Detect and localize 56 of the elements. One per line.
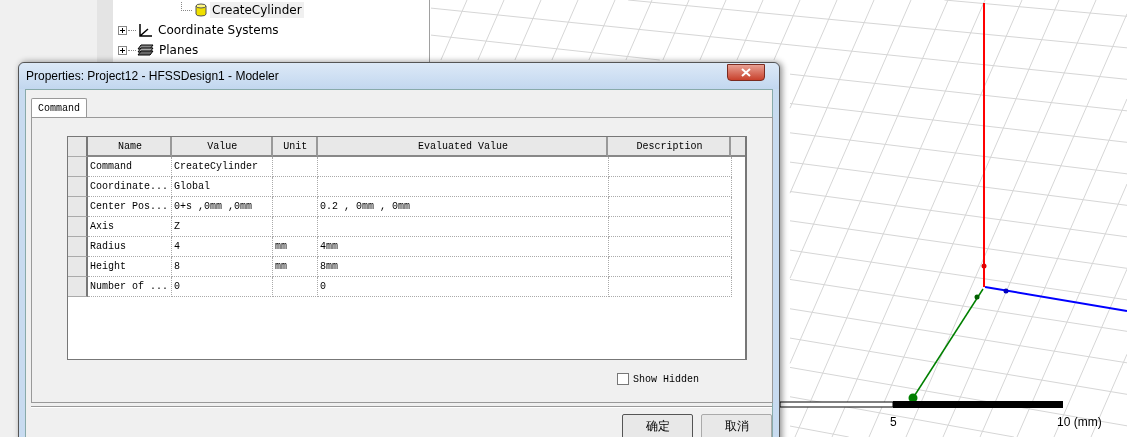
scale-label: 10 (mm) (1057, 415, 1102, 429)
column-header[interactable]: Value (171, 137, 273, 157)
table-cell: 8mm (318, 257, 609, 277)
column-header[interactable]: Description (608, 137, 731, 157)
table-cell: Z (172, 217, 273, 237)
column-header[interactable]: Name (88, 137, 172, 157)
row-header[interactable] (68, 177, 88, 197)
cancel-button[interactable]: 取消 (701, 414, 772, 437)
row-header[interactable] (68, 217, 88, 237)
close-button[interactable] (727, 63, 765, 81)
table-cell (273, 217, 318, 237)
checkbox-label: Show Hidden (633, 373, 699, 385)
table-cell (273, 197, 318, 217)
table-cell: 0+s ,0mm ,0mm (172, 197, 273, 217)
scale-label: 5 (890, 415, 897, 429)
checkbox[interactable] (617, 373, 629, 385)
tree-item[interactable]: CreateCylinder (210, 2, 304, 18)
table-cell: mm (273, 237, 318, 257)
planes-icon (137, 44, 154, 56)
table-cell: 0 (172, 277, 273, 297)
row-header[interactable] (68, 237, 88, 257)
column-header[interactable]: Evaluated Value (317, 137, 609, 157)
table-cell: Center Pos... (88, 197, 172, 217)
table-cell: mm (273, 257, 318, 277)
expand-toggle[interactable] (118, 45, 127, 55)
window-title: Properties: Project12 - HFSSDesign1 - Modeler (26, 69, 279, 83)
table-cell: 4 (172, 237, 273, 257)
table-cell: Command (88, 157, 172, 177)
table-cell: Coordinate... (88, 177, 172, 197)
table-cell: 8 (172, 257, 273, 277)
tree-item[interactable]: Planes (157, 42, 201, 58)
close-icon (741, 67, 751, 77)
ok-button[interactable]: 确定 (622, 414, 693, 437)
table-cell (273, 157, 318, 177)
table-cell: Axis (88, 217, 172, 237)
table-cell: Radius (88, 237, 172, 257)
row-header[interactable] (68, 277, 88, 297)
table-cell: 0.2 , 0mm , 0mm (318, 197, 609, 217)
table-cell: 4mm (318, 237, 609, 257)
table-cell: CreateCylinder (172, 157, 273, 177)
table-cell: 0 (318, 277, 609, 297)
table-cell: Height (88, 257, 172, 277)
tree-item[interactable]: Coordinate Systems (156, 22, 281, 38)
table-cell: Number of ... (88, 277, 172, 297)
table-cell (273, 277, 318, 297)
column-header-filler (731, 137, 745, 157)
cylinder-icon (195, 3, 207, 17)
row-header[interactable] (68, 157, 88, 177)
row-header[interactable] (68, 197, 88, 217)
row-header[interactable] (68, 257, 88, 277)
tab[interactable]: Command (31, 98, 87, 117)
expand-toggle[interactable] (118, 25, 127, 35)
axes-icon (137, 22, 153, 38)
table-cell: Global (172, 177, 273, 197)
column-header[interactable]: Unit (272, 137, 318, 157)
table-cell (273, 177, 318, 197)
